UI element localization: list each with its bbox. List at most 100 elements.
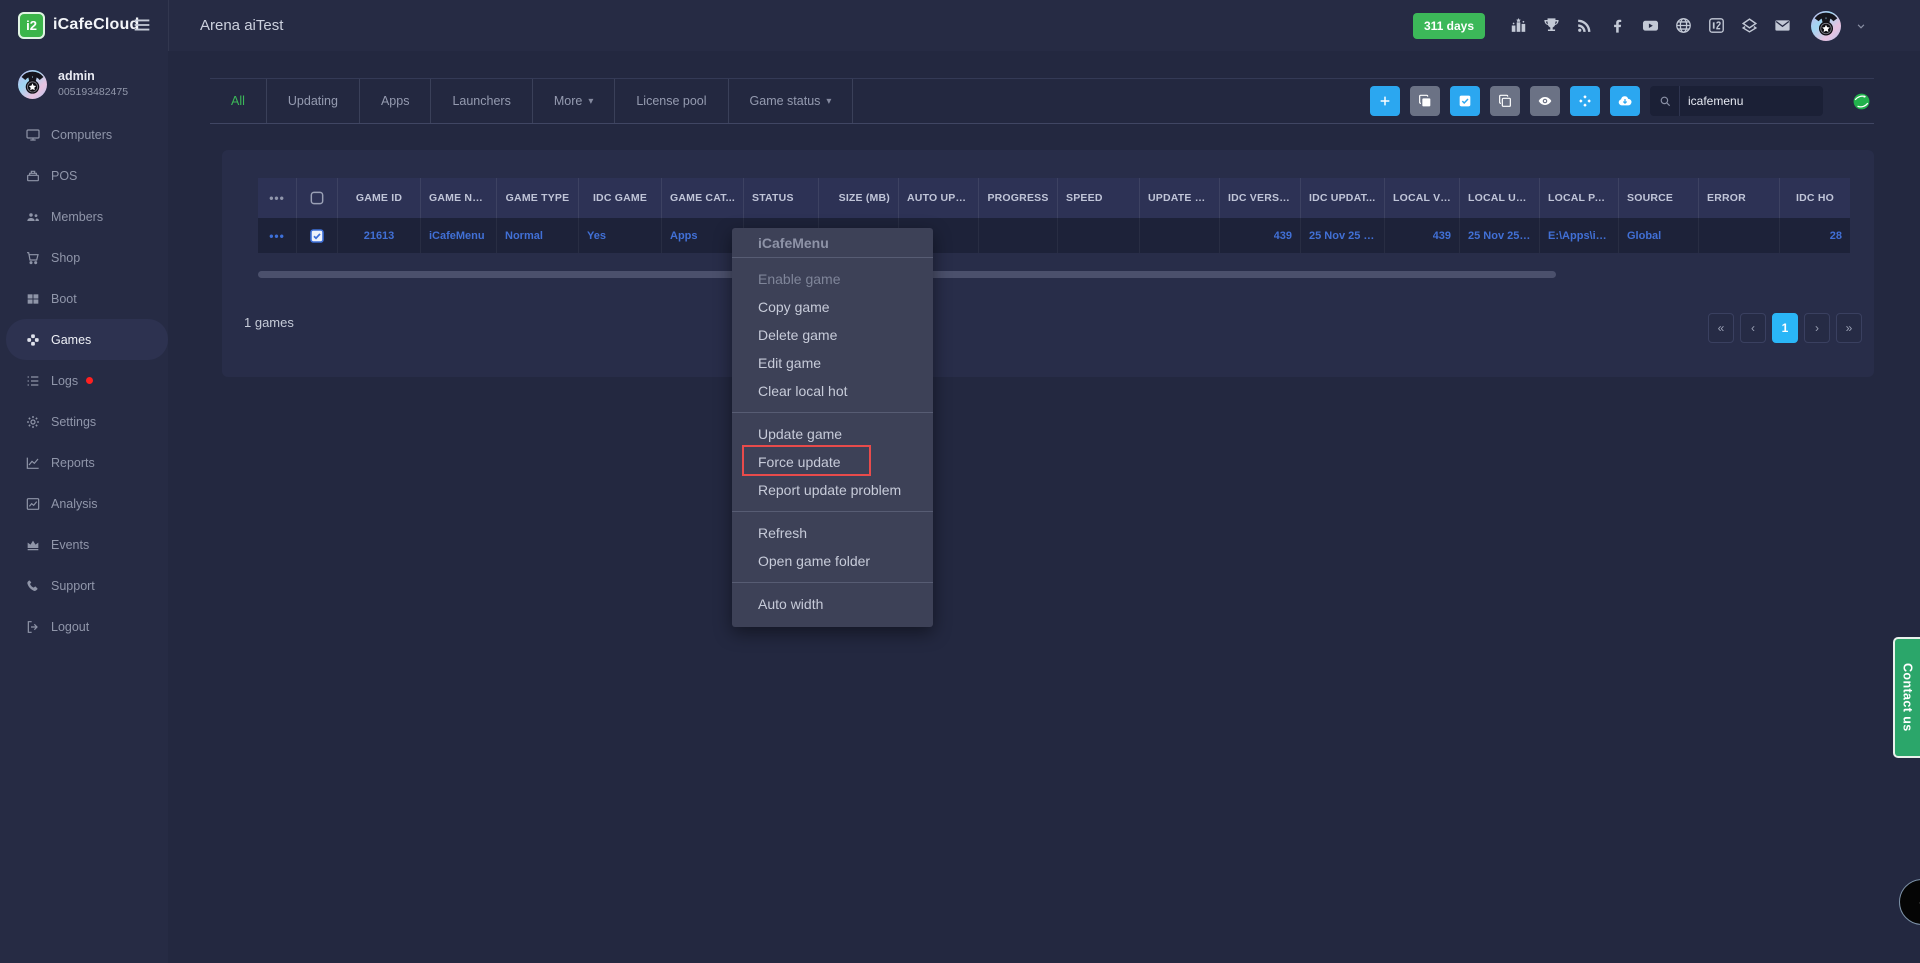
preview-games-button[interactable] <box>1530 86 1560 116</box>
column-header[interactable]: IDC GAME <box>578 178 661 218</box>
tab-updating[interactable]: Updating <box>267 79 360 123</box>
sidebar-item-analysis[interactable]: Analysis <box>0 483 168 524</box>
menu-item-copy-game[interactable]: Copy game <box>732 293 933 321</box>
column-header-label: GAME TYPE <box>506 192 570 204</box>
column-header-label: STATUS <box>752 192 794 204</box>
menu-item-update-game[interactable]: Update game <box>732 420 933 448</box>
context-menu-section: RefreshOpen game folder <box>732 511 933 582</box>
sidebar-item-boot[interactable]: Boot <box>0 278 168 319</box>
tab-more[interactable]: More▾ <box>533 79 616 123</box>
facebook-icon[interactable] <box>1607 16 1627 36</box>
select-games-button[interactable] <box>1450 86 1480 116</box>
sidebar-item-logout[interactable]: Logout <box>0 606 168 647</box>
menu-item-delete-game[interactable]: Delete game <box>732 321 933 349</box>
license-days-badge[interactable]: 311 days <box>1413 13 1485 39</box>
column-header[interactable]: SPEED <box>1057 178 1139 218</box>
pagination-next[interactable]: › <box>1804 313 1830 343</box>
menu-item-label: Copy game <box>758 299 830 315</box>
column-header[interactable]: GAME NAME <box>420 178 496 218</box>
column-header-label: SOURCE <box>1627 192 1673 204</box>
row-menu-button[interactable]: ••• <box>269 229 285 243</box>
column-header[interactable]: IDC HO <box>1779 178 1850 218</box>
column-header[interactable]: UPDATE ME... <box>1139 178 1219 218</box>
youtube-icon[interactable] <box>1640 16 1660 36</box>
icafecloud-mark-icon[interactable] <box>1706 16 1726 36</box>
column-header[interactable] <box>296 178 337 218</box>
cloud-update-button[interactable] <box>1610 86 1640 116</box>
menu-item-edit-game[interactable]: Edit game <box>732 349 933 377</box>
column-header[interactable]: ••• <box>258 178 296 218</box>
sidebar-item-reports[interactable]: Reports <box>0 442 168 483</box>
sidebar-item-computers[interactable]: Computers <box>0 114 168 155</box>
tab-apps[interactable]: Apps <box>360 79 432 123</box>
user-avatar[interactable] <box>1811 11 1841 41</box>
column-header[interactable]: ERROR <box>1698 178 1779 218</box>
add-game-button[interactable] <box>1370 86 1400 116</box>
ranking-icon[interactable] <box>1508 16 1528 36</box>
menu-item-label: Clear local hot <box>758 383 848 399</box>
select-all-checkbox[interactable] <box>309 190 325 206</box>
menu-item-open-game-folder[interactable]: Open game folder <box>732 547 933 575</box>
contact-us-tab[interactable]: Contact us <box>1893 637 1920 758</box>
sidebar-item-label: Events <box>51 538 89 552</box>
copy-games-button[interactable] <box>1410 86 1440 116</box>
sidebar-item-shop[interactable]: Shop <box>0 237 168 278</box>
column-header[interactable]: LOCAL PATH <box>1539 178 1618 218</box>
tab-launchers[interactable]: Launchers <box>431 79 532 123</box>
table-cell: 25 Nov 25 0... <box>1300 218 1384 253</box>
duplicate-games-button[interactable] <box>1490 86 1520 116</box>
sidebar-item-support[interactable]: Support <box>0 565 168 606</box>
tab-all[interactable]: All <box>210 79 267 123</box>
merge-games-button[interactable] <box>1570 86 1600 116</box>
column-header[interactable]: SIZE (MB) <box>818 178 898 218</box>
menu-item-clear-local-hot[interactable]: Clear local hot <box>732 377 933 405</box>
column-header[interactable]: SOURCE <box>1618 178 1698 218</box>
menu-item-force-update[interactable]: Force update <box>732 448 933 476</box>
column-header[interactable]: LOCAL VER... <box>1384 178 1459 218</box>
column-header-label: PROGRESS <box>987 192 1048 204</box>
column-header[interactable]: LOCAL UPD... <box>1459 178 1539 218</box>
filter-tabs: AllUpdatingAppsLaunchersMore▾License poo… <box>210 79 853 123</box>
table-cell <box>978 218 1057 253</box>
sidebar-item-pos[interactable]: POS <box>0 155 168 196</box>
layers-icon[interactable] <box>1739 16 1759 36</box>
column-header[interactable]: GAME ID <box>337 178 420 218</box>
sidebar-item-events[interactable]: Events <box>0 524 168 565</box>
plus-icon <box>1377 93 1393 109</box>
column-header[interactable]: IDC UPDAT... <box>1300 178 1384 218</box>
menu-toggle-icon[interactable] <box>131 14 155 38</box>
column-header[interactable]: GAME TYPE <box>496 178 578 218</box>
tab-license-pool[interactable]: License pool <box>615 79 728 123</box>
trophy-icon[interactable] <box>1541 16 1561 36</box>
sidebar-item-games[interactable]: Games <box>6 319 168 360</box>
rss-icon[interactable] <box>1574 16 1594 36</box>
menu-item-report-update-problem[interactable]: Report update problem <box>732 476 933 504</box>
pagination-first[interactable]: « <box>1708 313 1734 343</box>
sidebar-item-settings[interactable]: Settings <box>0 401 168 442</box>
column-header[interactable]: PROGRESS <box>978 178 1057 218</box>
column-header[interactable]: AUTO UPD... <box>898 178 978 218</box>
sidebar-item-label: Logs <box>51 374 78 388</box>
sidebar-item-label: Reports <box>51 456 95 470</box>
pagination-page-1[interactable]: 1 <box>1772 313 1798 343</box>
column-header[interactable]: IDC VERSION <box>1219 178 1300 218</box>
chat-toggle-button[interactable]: ‹ <box>1899 879 1920 925</box>
table-row[interactable]: •••21613iCafeMenuNormalYesApps43925 Nov … <box>258 218 1850 253</box>
sidebar-item-logs[interactable]: Logs <box>0 360 168 401</box>
sidebar-item-members[interactable]: Members <box>0 196 168 237</box>
publish-globe-icon[interactable] <box>1852 92 1871 111</box>
columns-menu-icon[interactable]: ••• <box>269 191 285 205</box>
pagination-prev[interactable]: ‹ <box>1740 313 1766 343</box>
tab-game-status[interactable]: Game status▾ <box>729 79 854 123</box>
row-checkbox[interactable] <box>309 228 325 244</box>
globe-icon[interactable] <box>1673 16 1693 36</box>
column-header[interactable]: GAME CAT... <box>661 178 743 218</box>
user-menu-chevron[interactable] <box>1854 19 1868 33</box>
search-input[interactable] <box>1680 94 1823 108</box>
menu-item-refresh[interactable]: Refresh <box>732 519 933 547</box>
report-icon <box>24 454 41 471</box>
column-header[interactable]: STATUS <box>743 178 818 218</box>
mail-icon[interactable] <box>1772 16 1792 36</box>
pagination-last[interactable]: » <box>1836 313 1862 343</box>
menu-item-auto-width[interactable]: Auto width <box>732 590 933 618</box>
